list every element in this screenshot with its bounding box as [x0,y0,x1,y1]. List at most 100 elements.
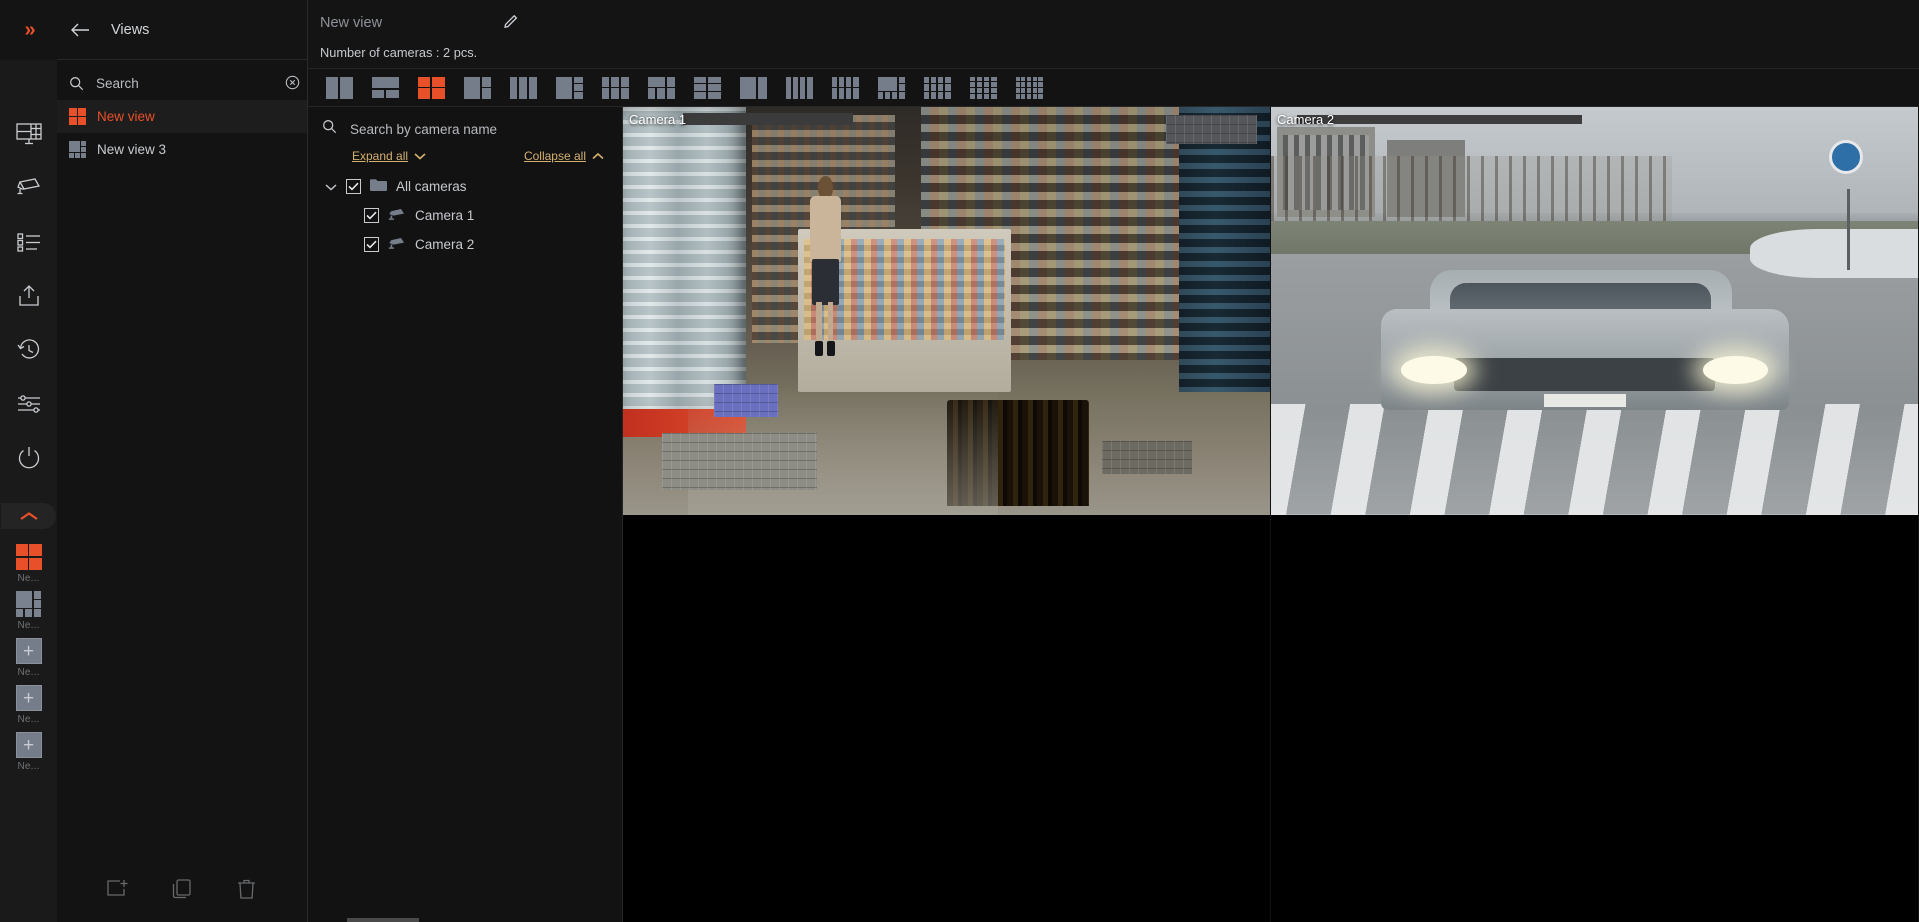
check-icon [366,211,377,220]
video-cell-empty-3[interactable] [623,514,1271,922]
horizontal-scrollbar[interactable] [347,918,419,922]
layout-button-4col[interactable] [776,69,822,107]
rail-thumb-view-1[interactable]: Ne... [0,539,57,586]
power-icon [16,445,42,471]
layout-button-4x2[interactable] [822,69,868,107]
content-row: Expand all Collapse all [308,107,1919,922]
back-arrow-icon[interactable] [69,19,91,41]
export-icon [17,284,41,308]
chevron-down-icon [414,153,426,160]
tree-checkbox[interactable] [364,237,379,252]
clear-circle-icon[interactable] [285,75,300,91]
collapse-all-label: Collapse all [523,149,586,163]
layout-button-1x2[interactable] [316,69,362,107]
layout-thumb-icon [69,108,86,125]
rail-thumb-label: Ne... [17,714,40,725]
tree-node-label: Camera 1 [415,208,475,223]
delete-view-button[interactable] [232,874,262,904]
check-icon [366,240,377,249]
rail-thumb-view-2[interactable]: Ne... [0,586,57,633]
tree-expand-collapse-row: Expand all Collapse all [308,147,622,163]
layout-thumb-icon [69,141,86,158]
rail-item-events[interactable] [0,215,57,269]
rail-thumb-label: Ne... [17,620,40,631]
layout-button-4x3[interactable] [914,69,960,107]
layout-button-4x4[interactable] [960,69,1006,107]
tree-checkbox[interactable] [364,208,379,223]
camera-count-label: Number of cameras : 2 pcs. [320,45,478,60]
views-footer-toolbar [57,856,307,922]
rail-thumb-add-3[interactable]: + Ne... [0,727,57,774]
events-list-icon [16,232,42,252]
duplicate-view-button[interactable] [167,874,197,904]
chevron-up-icon [592,152,604,160]
rail-item-power[interactable] [0,431,57,485]
chevron-up-icon [19,511,38,520]
layout-button-5x4[interactable] [1006,69,1052,107]
layout-button-1plus2[interactable] [454,69,500,107]
history-icon [16,338,41,362]
rail-item-layouts[interactable] [0,107,57,161]
tree-node-all-cameras[interactable]: All cameras [308,172,622,201]
chevron-down-icon[interactable] [324,183,337,191]
layout-button-2x2[interactable] [408,69,454,107]
page-title: Views [111,21,150,38]
camera-tree-list: All cameras Camera 1 Camera 2 [308,163,622,259]
layout-button-big-4[interactable] [868,69,914,107]
layout-button-1plus3[interactable] [546,69,592,107]
layout-button-1-over-2[interactable] [362,69,408,107]
video-grid: Camera 1 Camera 2 [623,107,1919,922]
camera-tree-panel: Expand all Collapse all [308,107,623,922]
view-item-label: New view 3 [97,142,167,157]
video-cell-camera-1[interactable]: Camera 1 [623,107,1271,515]
rail-thumb-add-2[interactable]: + Ne... [0,680,57,727]
views-header: Views [57,0,307,60]
rail-collapse-button[interactable] [1,503,56,529]
rail-item-cameras[interactable] [0,161,57,215]
search-icon [322,119,337,139]
icon-rail: » Ne... Ne... + Ne... + Ne... + Ne... [0,0,57,922]
camera-search-input[interactable] [350,121,608,137]
privacy-mask [1166,115,1258,144]
add-view-icon [107,880,128,896]
camera-search-row [308,111,622,147]
views-panel: Views New view [57,0,419,922]
rail-thumb-label: Ne... [17,667,40,678]
tree-node-camera-2[interactable]: Camera 2 [308,230,622,259]
layout-button-3col[interactable] [500,69,546,107]
rail-item-export[interactable] [0,269,57,323]
camera-1-feed [623,107,1270,515]
layout-button-2x3[interactable] [684,69,730,107]
plus-icon: + [15,638,42,664]
collapse-all-link[interactable]: Collapse all [524,149,604,163]
rail-expand-button[interactable]: » [0,0,57,60]
expand-all-link[interactable]: Expand all [352,149,426,163]
search-input[interactable] [96,75,273,91]
tree-checkbox[interactable] [346,179,361,194]
video-cell-camera-2[interactable]: Camera 2 [1271,107,1919,515]
view-list-item-new-view-3[interactable]: New view 3 [57,133,307,166]
pencil-icon[interactable] [502,13,522,33]
camera-2-feed [1271,107,1918,515]
layout-button-big-left[interactable] [730,69,776,107]
settings-sliders-icon [16,394,42,414]
views-search-row [57,66,307,100]
rail-view-thumbnails: Ne... Ne... + Ne... + Ne... + Ne... [0,529,57,774]
add-view-button[interactable] [102,874,132,904]
search-icon [69,75,84,91]
chevrons-right-icon: » [24,19,35,41]
layout-button-3x2[interactable] [592,69,638,107]
camera-icon [16,177,42,199]
view-name: New view [320,15,383,31]
rail-item-settings[interactable] [0,377,57,431]
view-list-item-new-view[interactable]: New view [57,100,307,133]
view-header: New view Number of cameras : 2 pcs. [308,0,1919,68]
rail-thumb-add-1[interactable]: + Ne... [0,633,57,680]
video-cell-empty-4[interactable] [1271,514,1919,922]
tree-node-camera-1[interactable]: Camera 1 [308,201,622,230]
rail-item-history[interactable] [0,323,57,377]
camera-icon [388,237,406,253]
privacy-mask [1101,441,1193,474]
layout-button-2plus2[interactable] [638,69,684,107]
main-area: New view Number of cameras : 2 pcs. Sear… [308,0,1919,922]
